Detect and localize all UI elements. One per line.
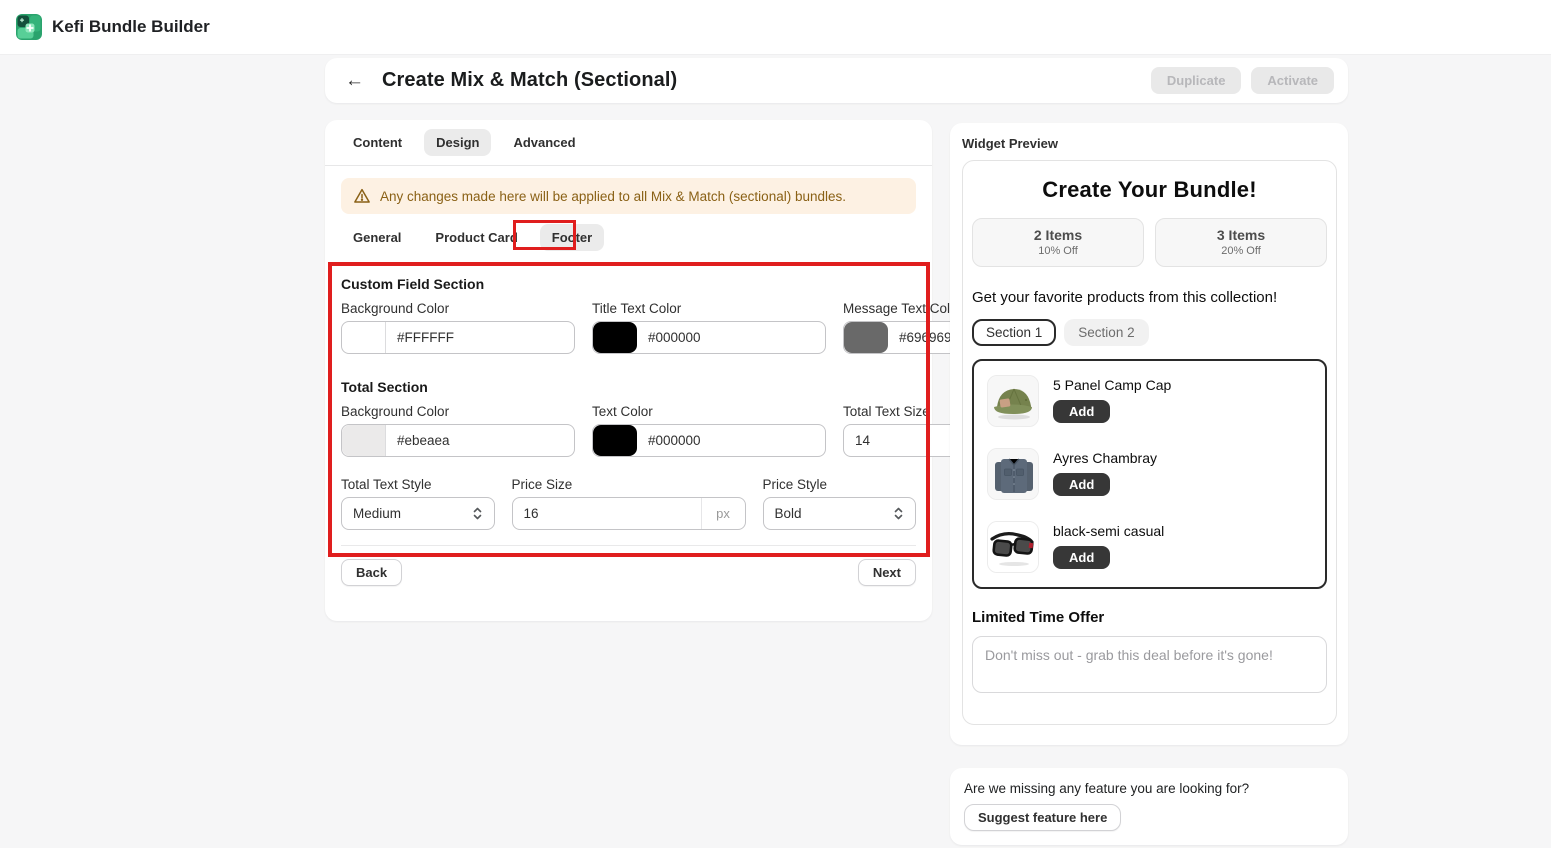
- field-price-style: Price Style Bold: [763, 477, 917, 530]
- add-button[interactable]: Add: [1053, 400, 1110, 423]
- feedback-panel: Are we missing any feature you are looki…: [950, 768, 1348, 845]
- section-tabs: Section 1 Section 2: [972, 319, 1327, 346]
- select-stepper-icon: [471, 506, 484, 521]
- limited-time-offer-label: Limited Time Offer: [972, 609, 1327, 626]
- color-hex-field[interactable]: [637, 330, 825, 345]
- color-hex-field[interactable]: [637, 433, 825, 448]
- design-subtabs: General Product Card Footer: [325, 214, 932, 251]
- field-label: Price Style: [763, 477, 917, 492]
- tab-advanced[interactable]: Advanced: [501, 129, 587, 156]
- field-label: Background Color: [341, 404, 575, 419]
- suggest-feature-button[interactable]: Suggest feature here: [964, 804, 1121, 831]
- subtab-product-card[interactable]: Product Card: [423, 224, 529, 251]
- size-value-field[interactable]: [513, 506, 701, 521]
- bundle-tiers: 2 Items 10% Off 3 Items 20% Off: [972, 218, 1327, 267]
- tab-content[interactable]: Content: [341, 129, 414, 156]
- warning-triangle-icon: [353, 187, 371, 205]
- tab-design[interactable]: Design: [424, 129, 491, 156]
- field-total-text-style: Total Text Style Medium: [341, 477, 495, 530]
- tier-items-label: 2 Items: [973, 227, 1143, 243]
- field-total-bg-color: Background Color: [341, 404, 575, 457]
- subtab-general[interactable]: General: [341, 224, 413, 251]
- tier-3-items[interactable]: 3 Items 20% Off: [1155, 218, 1327, 267]
- product-info: Ayres Chambray Add: [1053, 448, 1157, 500]
- offer-message-input[interactable]: [972, 636, 1327, 693]
- page-title: Create Mix & Match (Sectional): [382, 69, 677, 92]
- activate-button[interactable]: Activate: [1251, 67, 1334, 94]
- custom-bg-color-input[interactable]: [341, 321, 575, 354]
- editor-panel: Content Design Advanced Any changes made…: [325, 120, 932, 621]
- product-image-chambray: [987, 448, 1039, 500]
- next-button[interactable]: Next: [858, 559, 916, 586]
- header-actions: Duplicate Activate: [1151, 67, 1334, 94]
- color-swatch[interactable]: [342, 425, 386, 456]
- product-row-chambray: Ayres Chambray Add: [987, 448, 1312, 500]
- product-name: Ayres Chambray: [1053, 448, 1157, 466]
- product-row-sunglasses: black-semi casual Add: [987, 521, 1312, 573]
- product-row-cap: 5 Panel Camp Cap Add: [987, 375, 1312, 427]
- product-name: black-semi casual: [1053, 521, 1164, 539]
- warning-text: Any changes made here will be applied to…: [380, 189, 846, 204]
- widget-preview-panel: Widget Preview Create Your Bundle! 2 Ite…: [950, 123, 1348, 745]
- collection-text: Get your favorite products from this col…: [972, 289, 1327, 306]
- widget-preview-label: Widget Preview: [950, 123, 1348, 151]
- color-hex-field[interactable]: [386, 433, 574, 448]
- tier-items-label: 3 Items: [1156, 227, 1326, 243]
- product-name: 5 Panel Camp Cap: [1053, 375, 1171, 393]
- total-bg-color-input[interactable]: [341, 424, 575, 457]
- warning-banner: Any changes made here will be applied to…: [341, 178, 916, 214]
- field-price-size: Price Size px: [512, 477, 746, 530]
- feedback-question: Are we missing any feature you are looki…: [964, 781, 1334, 796]
- color-swatch[interactable]: [593, 322, 637, 353]
- product-image-cap: [987, 375, 1039, 427]
- total-section-heading: Total Section: [341, 379, 916, 395]
- subtab-footer[interactable]: Footer: [540, 224, 604, 251]
- field-title-text-color: Title Text Color: [592, 301, 826, 354]
- section-2-tab[interactable]: Section 2: [1064, 319, 1148, 346]
- footer-settings-form: Custom Field Section Background Color Ti…: [325, 276, 932, 546]
- widget-heading: Create Your Bundle!: [972, 177, 1327, 203]
- back-arrow-icon[interactable]: ←: [339, 70, 370, 92]
- color-swatch[interactable]: [342, 322, 386, 353]
- px-suffix: px: [701, 498, 745, 529]
- duplicate-button[interactable]: Duplicate: [1151, 67, 1242, 94]
- back-button[interactable]: Back: [341, 559, 402, 586]
- add-button[interactable]: Add: [1053, 473, 1110, 496]
- app-logo-icon: [16, 14, 42, 40]
- field-label: Title Text Color: [592, 301, 826, 316]
- product-info: black-semi casual Add: [1053, 521, 1164, 573]
- field-label: Price Size: [512, 477, 746, 492]
- select-stepper-icon: [892, 506, 905, 521]
- custom-field-section-heading: Custom Field Section: [341, 276, 916, 292]
- color-hex-field[interactable]: [386, 330, 574, 345]
- page-header: ← Create Mix & Match (Sectional) Duplica…: [325, 58, 1348, 103]
- total-text-style-select[interactable]: Medium: [341, 497, 495, 530]
- app-title: Kefi Bundle Builder: [52, 17, 210, 37]
- editor-tabs: Content Design Advanced: [325, 120, 932, 166]
- add-button[interactable]: Add: [1053, 546, 1110, 569]
- title-text-color-input[interactable]: [592, 321, 826, 354]
- tier-2-items[interactable]: 2 Items 10% Off: [972, 218, 1144, 267]
- price-style-select[interactable]: Bold: [763, 497, 917, 530]
- wizard-nav: Back Next: [325, 546, 932, 586]
- field-label: Background Color: [341, 301, 575, 316]
- product-info: 5 Panel Camp Cap Add: [1053, 375, 1171, 427]
- color-swatch[interactable]: [844, 322, 888, 353]
- product-list: 5 Panel Camp Cap Add: [972, 359, 1327, 589]
- color-swatch[interactable]: [593, 425, 637, 456]
- field-total-text-color: Text Color: [592, 404, 826, 457]
- select-value: Bold: [775, 506, 802, 521]
- total-text-color-input[interactable]: [592, 424, 826, 457]
- field-label: Text Color: [592, 404, 826, 419]
- tier-discount-label: 20% Off: [1156, 245, 1326, 257]
- price-size-input[interactable]: px: [512, 497, 746, 530]
- product-image-sunglasses: [987, 521, 1039, 573]
- tier-discount-label: 10% Off: [973, 245, 1143, 257]
- top-bar: Kefi Bundle Builder: [0, 0, 1551, 55]
- widget-preview: Create Your Bundle! 2 Items 10% Off 3 It…: [962, 160, 1337, 725]
- field-label: Total Text Style: [341, 477, 495, 492]
- section-1-tab[interactable]: Section 1: [972, 319, 1056, 346]
- select-value: Medium: [353, 506, 401, 521]
- field-custom-bg-color: Background Color: [341, 301, 575, 354]
